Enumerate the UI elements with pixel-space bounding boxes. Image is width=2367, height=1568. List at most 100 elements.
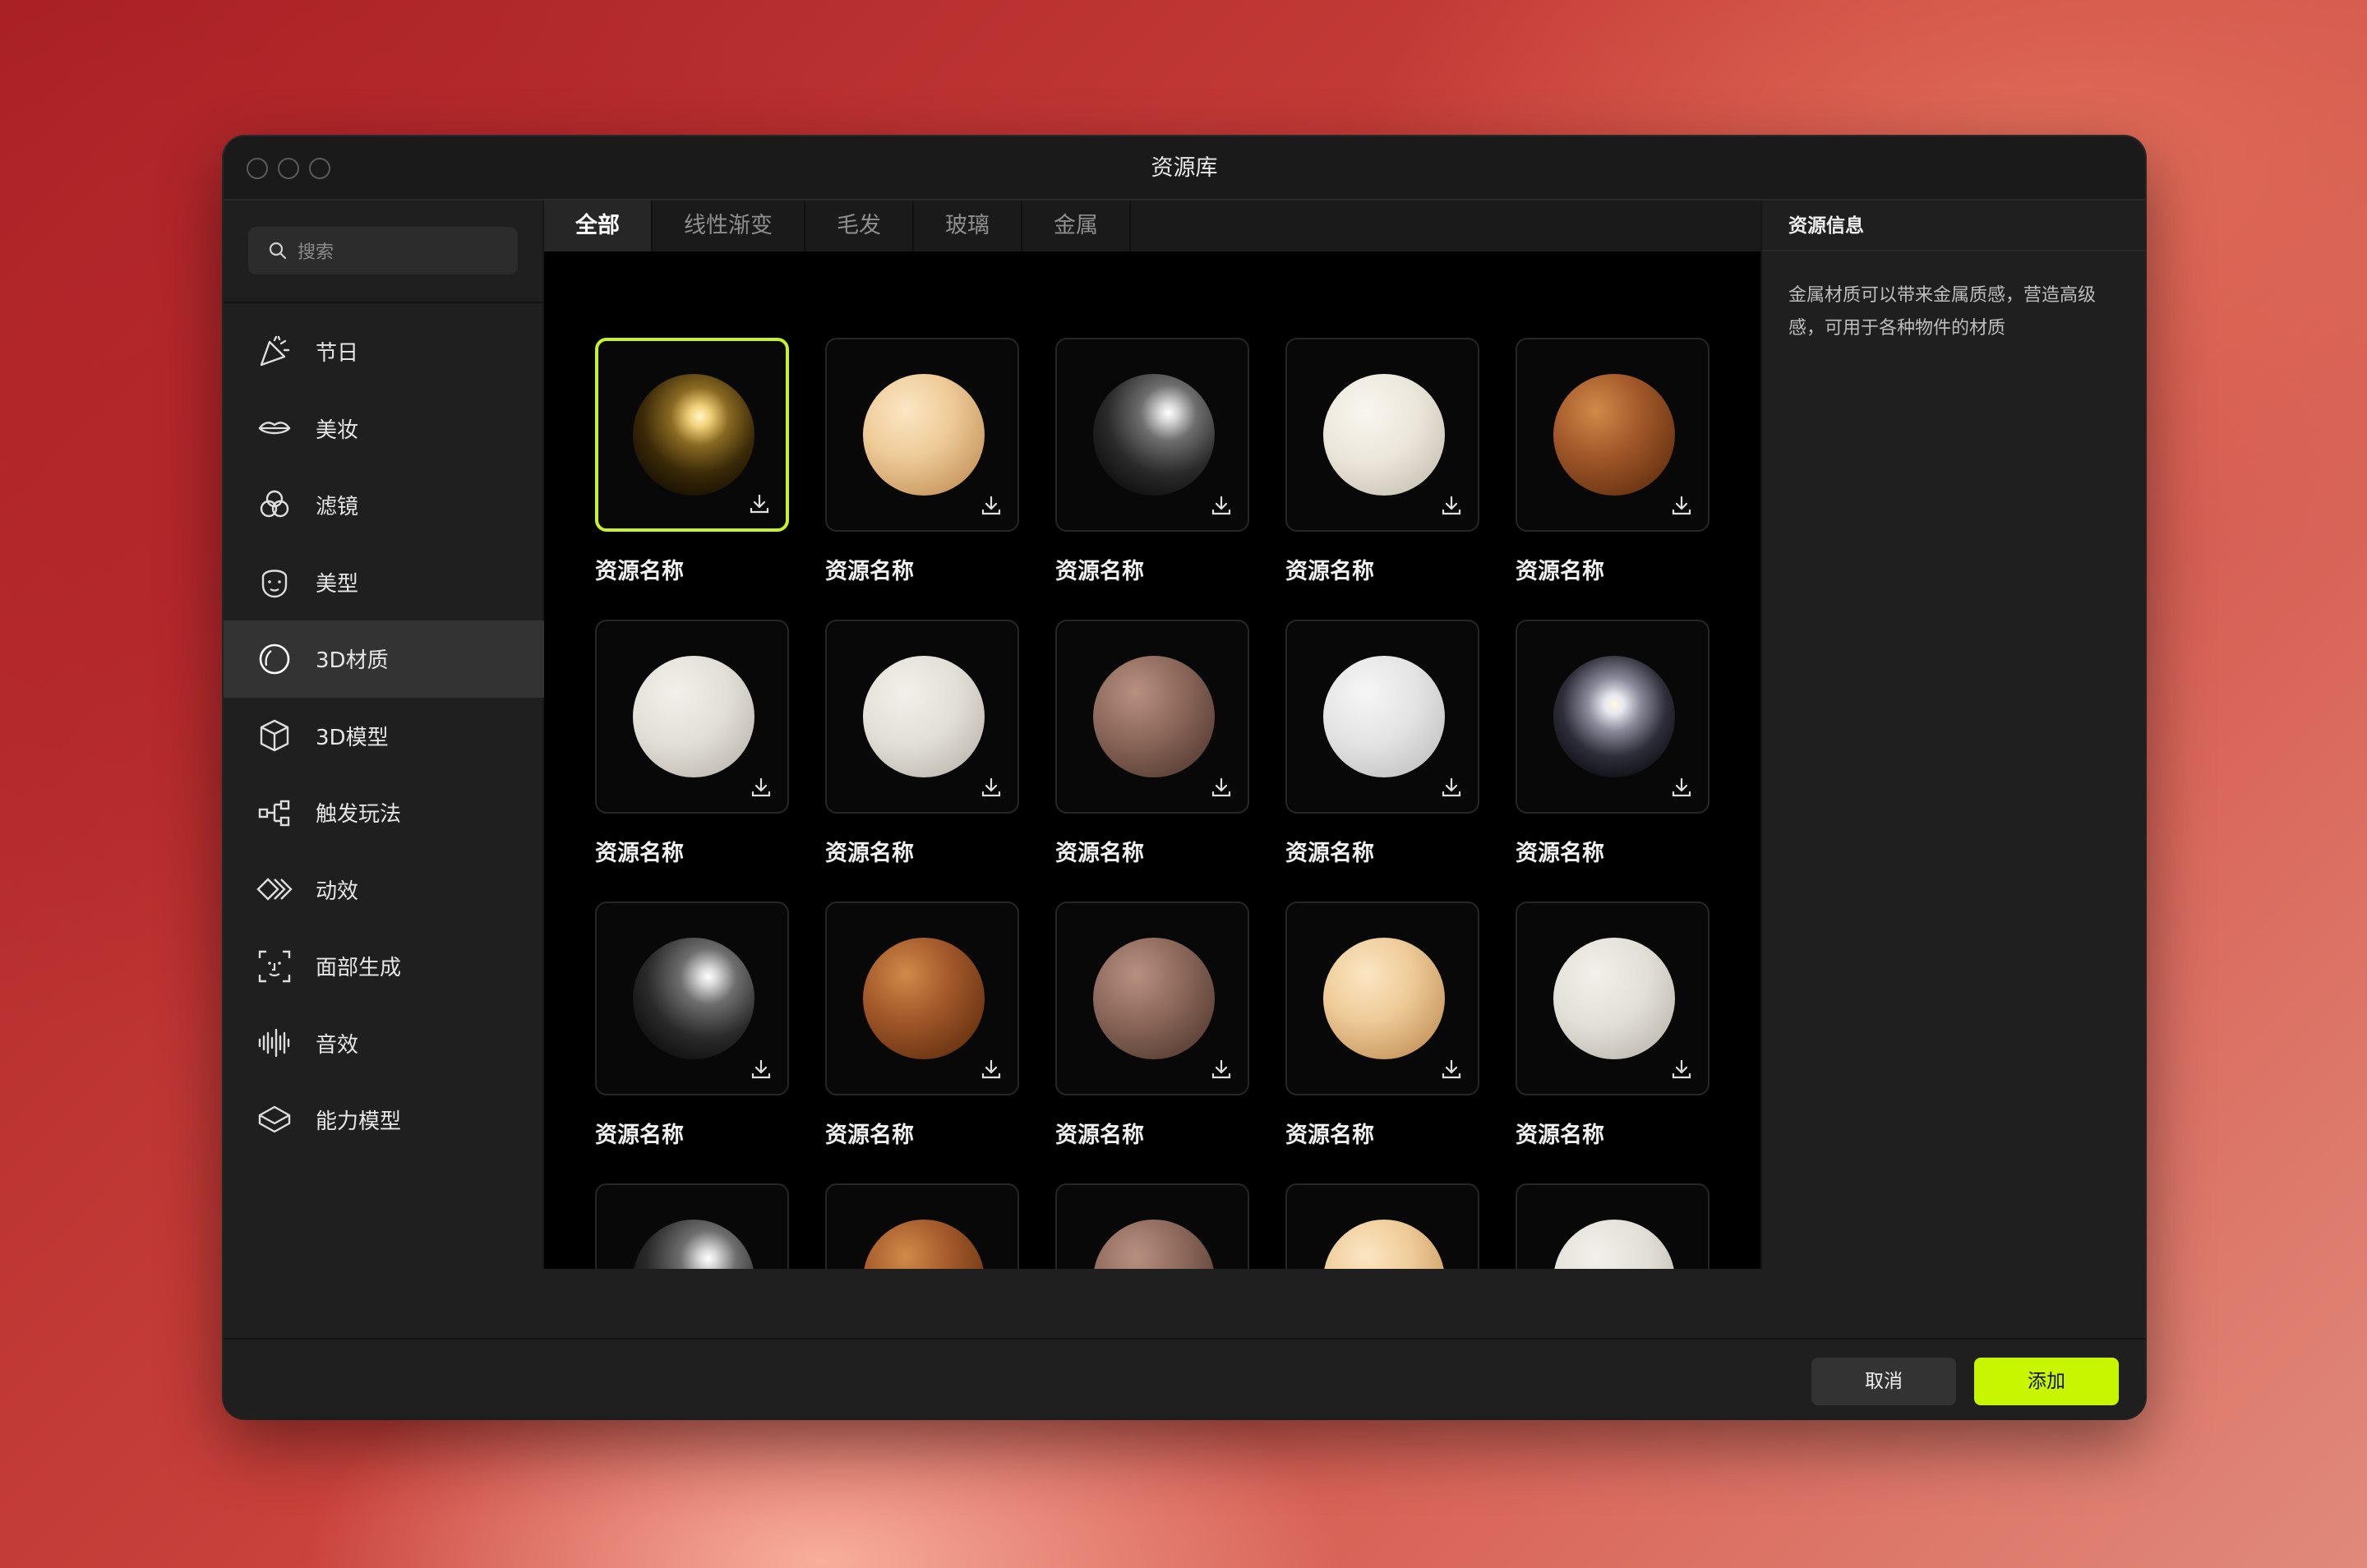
face-scan-icon	[256, 948, 293, 985]
sidebar-item-label: 触发玩法	[316, 802, 402, 828]
cube-icon	[256, 717, 293, 754]
download-icon[interactable]	[1210, 494, 1233, 517]
sidebar-item-2[interactable]: 滤镜	[224, 467, 544, 544]
download-icon[interactable]	[1440, 776, 1463, 799]
resource-thumbnail[interactable]	[825, 620, 1019, 814]
download-icon[interactable]	[1440, 1058, 1463, 1081]
resource-item[interactable]: 资源名称	[825, 902, 1019, 1149]
sidebar-item-10[interactable]: 能力模型	[224, 1081, 544, 1159]
sidebar-item-4[interactable]: 3D材质	[224, 620, 544, 698]
add-button[interactable]: 添加	[1974, 1358, 2119, 1405]
sidebar-item-label: 能力模型	[316, 1109, 402, 1135]
material-sphere-preview	[863, 1220, 985, 1269]
material-sphere-preview	[1323, 1220, 1445, 1269]
sidebar-item-label: 动效	[316, 879, 359, 904]
resource-item[interactable]: 资源名称	[825, 338, 1019, 585]
resource-item[interactable]: 资源名称	[1055, 902, 1249, 1149]
sidebar-item-3[interactable]: 美型	[224, 544, 544, 621]
sidebar-item-1[interactable]: 美妆	[224, 390, 544, 468]
material-sphere-preview	[633, 374, 754, 496]
resource-grid: 资源名称 资源名称 资源名称 资源名称 资源名称 资源名称 资源名称 资源名称 资源名称 资源名称…	[544, 251, 1760, 1269]
material-sphere-preview	[1093, 656, 1215, 777]
download-icon[interactable]	[750, 776, 773, 799]
sidebar-item-6[interactable]: 触发玩法	[224, 774, 544, 851]
download-icon[interactable]	[748, 492, 771, 515]
resource-thumbnail[interactable]	[825, 902, 1019, 1095]
resource-thumbnail[interactable]	[825, 1183, 1019, 1269]
download-icon[interactable]	[980, 776, 1003, 799]
resource-item[interactable]: 资源名称	[1516, 338, 1710, 585]
resource-thumbnail[interactable]	[825, 338, 1019, 532]
resource-item[interactable]: 资源名称	[1285, 620, 1479, 867]
resource-item[interactable]: 资源名称	[1516, 620, 1710, 867]
resource-thumbnail[interactable]	[595, 338, 789, 532]
resource-item[interactable]	[1055, 1183, 1249, 1269]
resource-item[interactable]	[595, 1183, 789, 1269]
resource-thumbnail[interactable]	[595, 620, 789, 814]
resource-item[interactable]: 资源名称	[825, 620, 1019, 867]
download-icon[interactable]	[1670, 494, 1693, 517]
download-icon[interactable]	[980, 1058, 1003, 1081]
resource-info-panel: 资源信息 金属材质可以带来金属质感，营造高级感，可用于各种物件的材质	[1760, 201, 2145, 1269]
resource-name: 资源名称	[825, 841, 914, 866]
resource-thumbnail[interactable]	[1285, 620, 1479, 814]
search-input[interactable]: 搜索	[248, 227, 518, 274]
sidebar-item-5[interactable]: 3D模型	[224, 698, 544, 775]
material-sphere-preview	[1553, 1220, 1675, 1269]
sidebar-item-label: 节日	[316, 341, 359, 367]
cancel-button[interactable]: 取消	[1811, 1358, 1956, 1405]
resource-item[interactable]: 资源名称	[1516, 902, 1710, 1149]
download-icon[interactable]	[1210, 1058, 1233, 1081]
resource-item[interactable]: 资源名称	[595, 902, 789, 1149]
resource-thumbnail[interactable]	[1285, 1183, 1479, 1269]
tab-3[interactable]: 玻璃	[914, 201, 1022, 251]
sidebar-item-7[interactable]: 动效	[224, 851, 544, 929]
resource-thumbnail[interactable]	[1516, 338, 1710, 532]
title-bar: 资源库	[224, 136, 2145, 201]
download-icon[interactable]	[980, 494, 1003, 517]
resource-name: 资源名称	[595, 1123, 684, 1148]
resource-item[interactable]: 资源名称	[595, 620, 789, 867]
download-icon[interactable]	[1670, 1058, 1693, 1081]
resource-thumbnail[interactable]	[1055, 620, 1249, 814]
tab-2[interactable]: 毛发	[805, 201, 914, 251]
resource-thumbnail[interactable]	[595, 1183, 789, 1269]
sidebar-item-8[interactable]: 面部生成	[224, 928, 544, 1005]
resource-thumbnail[interactable]	[1516, 902, 1710, 1095]
resource-name: 资源名称	[1285, 841, 1374, 866]
download-icon[interactable]	[1440, 494, 1463, 517]
resource-name: 资源名称	[1516, 841, 1604, 866]
face-icon	[256, 564, 293, 600]
footer-bar: 取消 添加	[224, 1338, 2145, 1418]
resource-thumbnail[interactable]	[1055, 1183, 1249, 1269]
download-icon[interactable]	[1670, 776, 1693, 799]
resource-thumbnail[interactable]	[1285, 338, 1479, 532]
resource-thumbnail[interactable]	[595, 902, 789, 1095]
download-icon[interactable]	[750, 1058, 773, 1081]
sidebar-item-9[interactable]: 音效	[224, 1005, 544, 1082]
resource-thumbnail[interactable]	[1285, 902, 1479, 1095]
sidebar-item-label: 3D模型	[316, 725, 389, 750]
resource-item[interactable]	[825, 1183, 1019, 1269]
resource-thumbnail[interactable]	[1055, 902, 1249, 1095]
resource-item[interactable]: 资源名称	[1055, 620, 1249, 867]
main-content: 全部 线性渐变 毛发 玻璃 金属 资源名称 资源名称 资源名称 资源名称 资源名称 资源名称 资源名…	[544, 201, 1760, 1269]
download-icon[interactable]	[1210, 776, 1233, 799]
tab-4[interactable]: 金属	[1022, 201, 1131, 251]
material-sphere-preview	[633, 1220, 754, 1269]
resource-thumbnail[interactable]	[1516, 1183, 1710, 1269]
resource-thumbnail[interactable]	[1516, 620, 1710, 814]
sidebar-item-0[interactable]: 节日	[224, 313, 544, 390]
resource-item[interactable]	[1516, 1183, 1710, 1269]
tab-1[interactable]: 线性渐变	[653, 201, 805, 251]
material-sphere-preview	[1553, 656, 1675, 777]
resource-item[interactable]: 资源名称	[595, 338, 789, 585]
search-placeholder: 搜索	[298, 242, 335, 263]
resource-thumbnail[interactable]	[1055, 338, 1249, 532]
resource-item[interactable]: 资源名称	[1285, 902, 1479, 1149]
resource-item[interactable]: 资源名称	[1055, 338, 1249, 585]
resource-item[interactable]: 资源名称	[1285, 338, 1479, 585]
resource-item[interactable]	[1285, 1183, 1479, 1269]
tab-0[interactable]: 全部	[544, 201, 653, 251]
resource-library-window: 资源库 搜索 节日 美妆 滤镜 美型 3D材质 3D模型 触发玩法 动效 面部生成 音效 能力模型 …	[224, 136, 2145, 1418]
